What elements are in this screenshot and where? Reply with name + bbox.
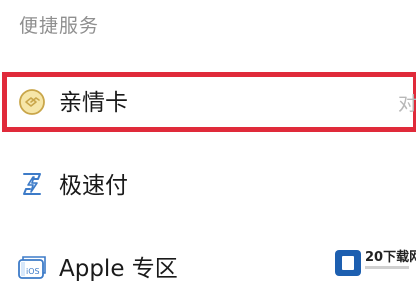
watermark-logo: 20下载网: [333, 246, 416, 278]
menu-item-family-card[interactable]: 亲情卡 对: [2, 72, 416, 132]
section-title: 便捷服务: [19, 15, 100, 37]
menu-item-label: Apple 专区: [59, 256, 178, 282]
menu-item-label: 极速付: [59, 173, 128, 199]
fast-pay-icon: [18, 170, 46, 198]
svg-text:iOS: iOS: [26, 267, 40, 276]
family-card-icon: [18, 88, 46, 116]
menu-item-label: 亲情卡: [59, 90, 128, 116]
ios-card-icon: iOS: [17, 253, 46, 281]
menu-item-trailing-text: 对: [398, 93, 416, 115]
watermark-icon: [335, 250, 361, 276]
watermark-underline: [365, 266, 409, 269]
watermark-text: 20下载网: [365, 250, 416, 265]
menu-item-fast-pay[interactable]: 极速付: [0, 155, 416, 215]
